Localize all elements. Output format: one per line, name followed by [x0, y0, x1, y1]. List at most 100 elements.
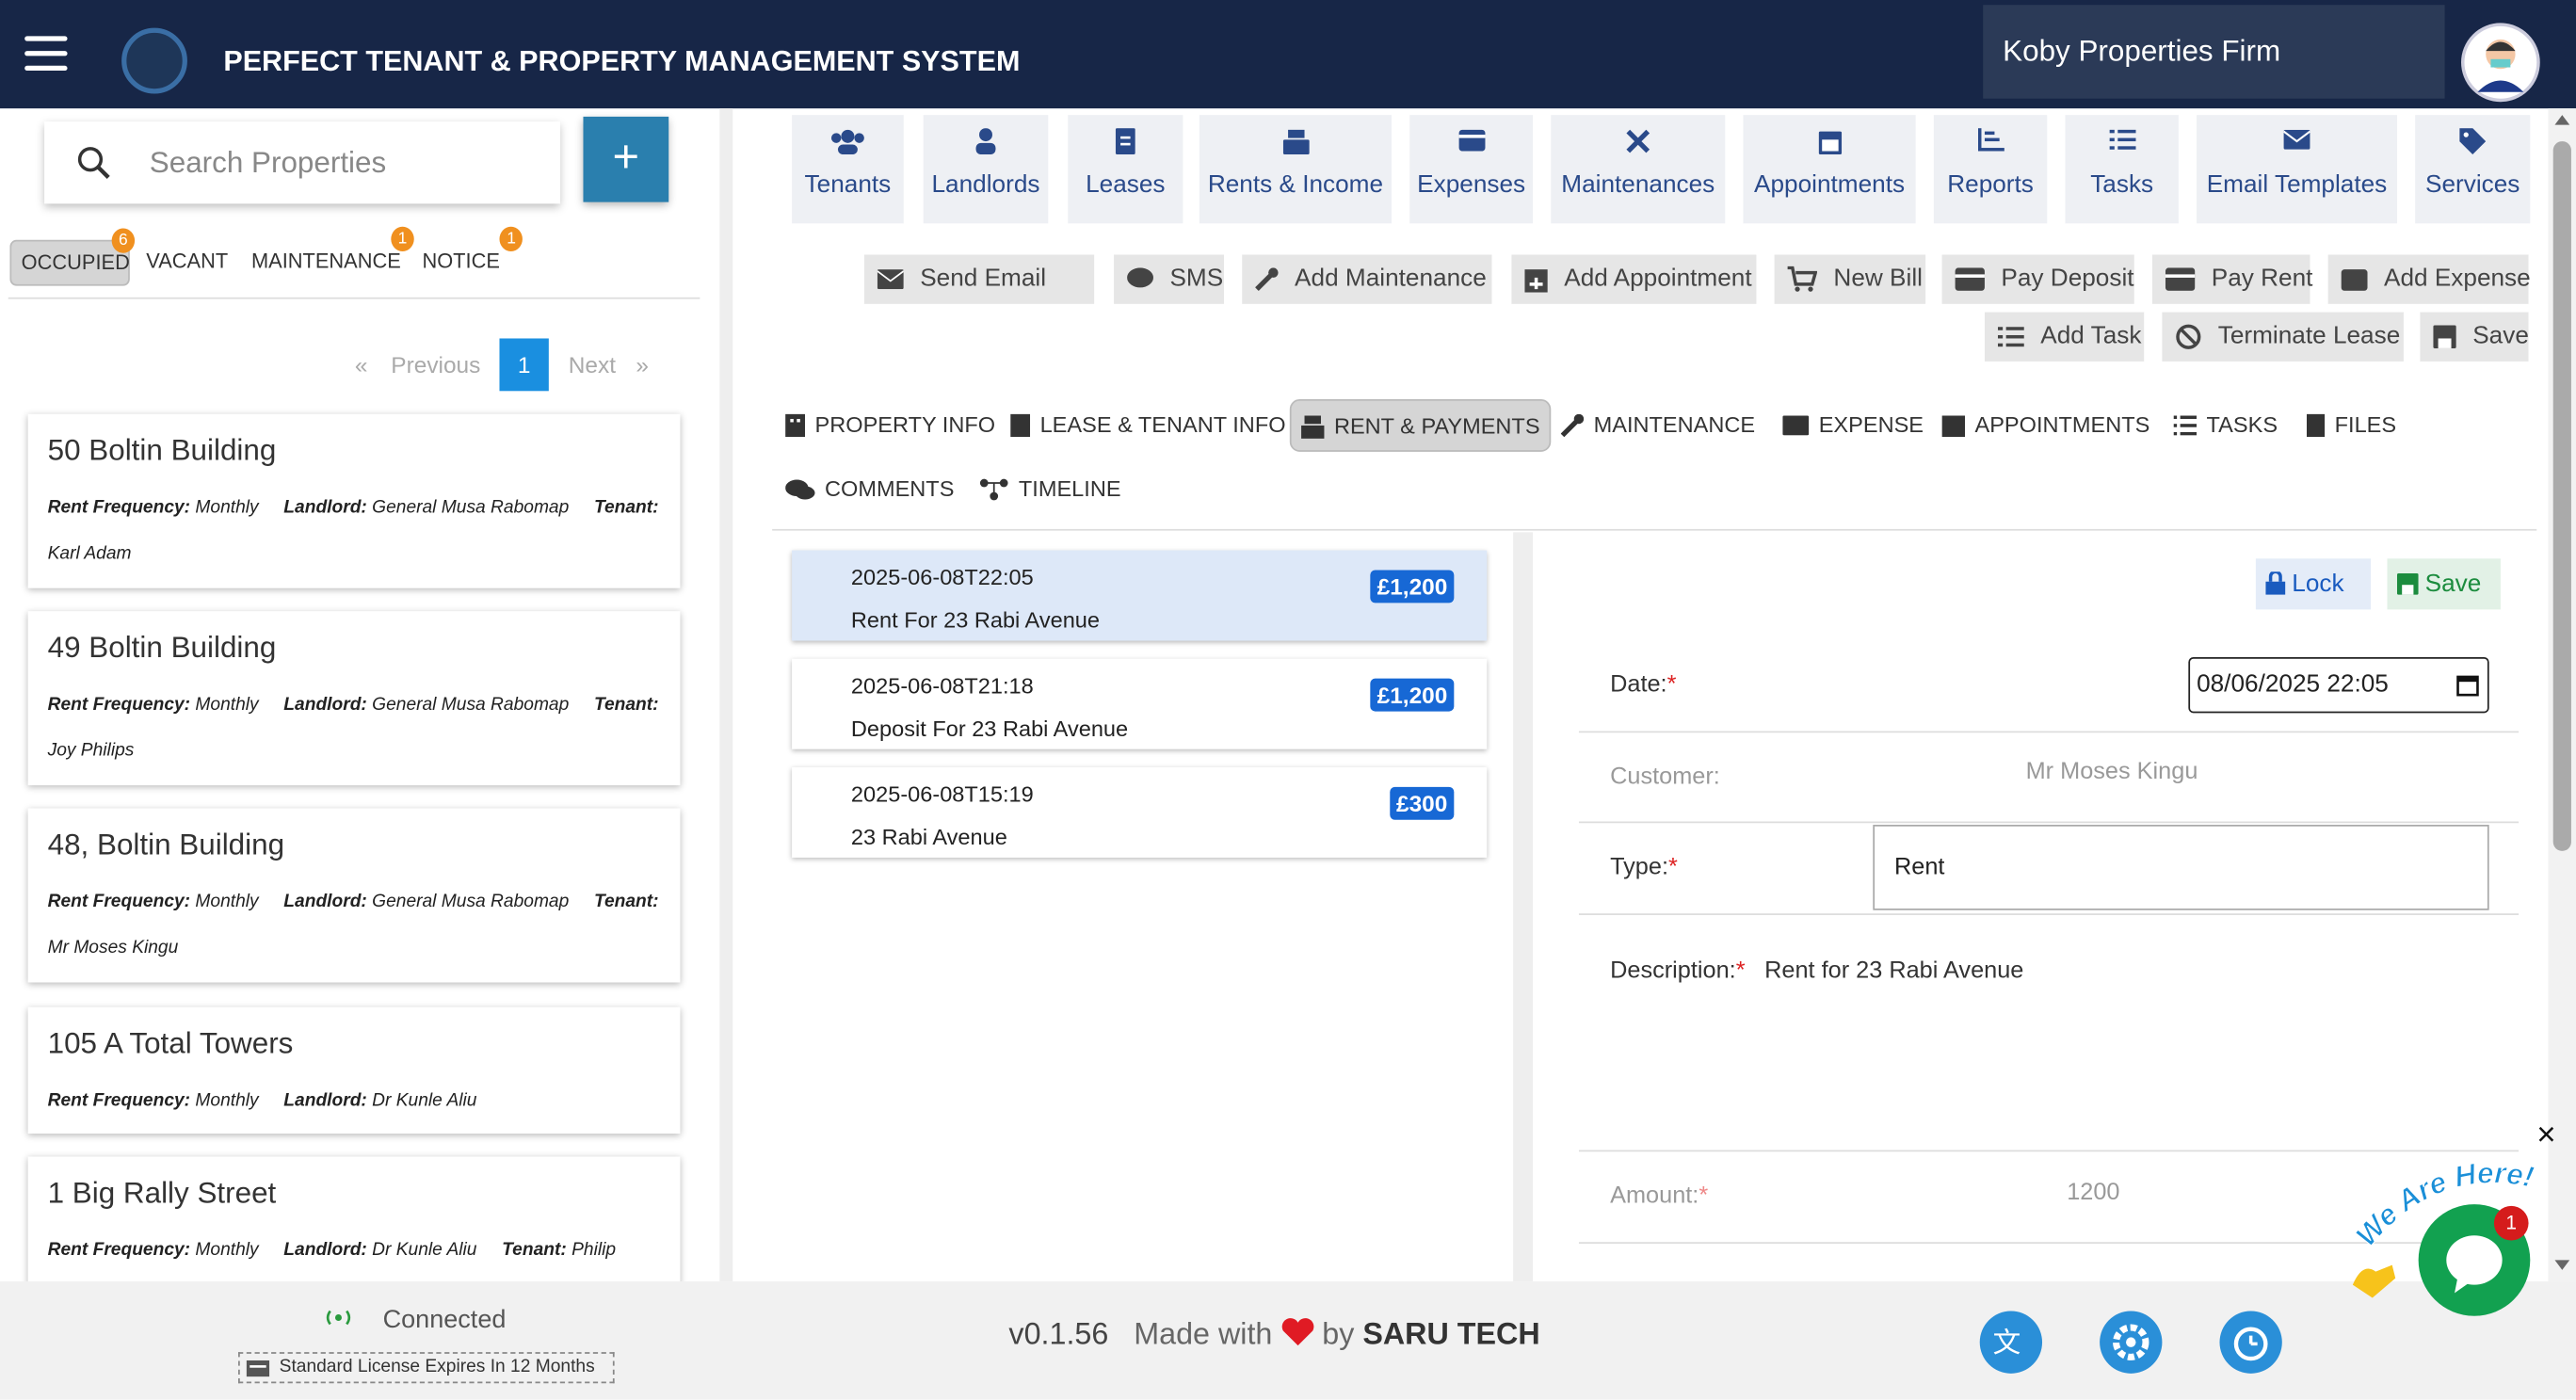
calendar-icon	[1941, 416, 1966, 438]
floppy-icon	[2396, 573, 2419, 595]
chat-badge: 1	[2493, 1205, 2529, 1241]
connection-status: Connected	[382, 1306, 507, 1334]
building-icon	[785, 414, 806, 438]
settings-button[interactable]	[2100, 1311, 2163, 1374]
module-expenses[interactable]: Expenses	[1409, 115, 1534, 224]
translate-button[interactable]: 文	[1979, 1311, 2043, 1374]
description-input[interactable]: Rent for 23 Rabi Avenue	[1764, 957, 2487, 1138]
tab-property-info[interactable]: PROPERTY INFO	[785, 399, 995, 452]
pay-deposit-button[interactable]: Pay Deposit	[1941, 254, 2134, 304]
tools-icon	[1551, 128, 1725, 170]
amount-value: 1200	[2067, 1179, 2120, 1206]
pagination-prev-chevron: «	[354, 351, 368, 378]
list-check-icon	[2065, 128, 2178, 170]
property-card[interactable]: 1 Big Rally Street Rent Frequency: Month…	[27, 1156, 681, 1285]
module-services[interactable]: Services	[2415, 115, 2531, 224]
amount-badge: £300	[1389, 786, 1455, 820]
type-input[interactable]: Rent	[1873, 824, 2489, 910]
terminate-lease-button[interactable]: Terminate Lease	[2162, 312, 2404, 362]
floppy-icon	[2433, 325, 2456, 348]
scroll-down-icon[interactable]	[2553, 1259, 2571, 1272]
menu-icon[interactable]	[24, 36, 68, 72]
pay-rent-button[interactable]: Pay Rent	[2151, 254, 2312, 304]
cash-register-icon	[1199, 128, 1392, 170]
tab-comments[interactable]: COMMENTS	[785, 463, 954, 516]
property-card[interactable]: 49 Boltin Building Rent Frequency: Month…	[27, 611, 681, 786]
svg-text:文: 文	[1993, 1326, 2021, 1359]
save-payment-button[interactable]: Save	[2387, 558, 2501, 610]
amount-badge: £1,200	[1370, 678, 1455, 712]
date-input[interactable]: 08/06/2025 22:05	[2188, 657, 2489, 714]
panel-resize-handle[interactable]	[1513, 532, 1534, 1282]
sms-button[interactable]: SMS	[1114, 254, 1225, 304]
property-name: 48, Boltin Building	[47, 828, 285, 861]
tab-timeline[interactable]: TIMELINE	[979, 463, 1121, 516]
transaction-item[interactable]: 2025-06-08T22:05 Rent For 23 Rabi Avenue £…	[792, 550, 1488, 641]
comments-icon	[785, 480, 815, 501]
user-avatar[interactable]	[2461, 23, 2540, 103]
tab-maintenance[interactable]: MAINTENANCE	[1560, 399, 1755, 452]
module-landlords[interactable]: Landlords	[923, 115, 1049, 224]
gear-icon	[2113, 1324, 2149, 1360]
pagination-next[interactable]: Next	[569, 338, 616, 391]
filter-maintenance[interactable]: MAINTENANCE 1	[242, 226, 414, 286]
transaction-item[interactable]: 2025-06-08T15:19 23 Rabi Avenue £300	[792, 766, 1488, 858]
count-badge: 1	[391, 226, 414, 251]
filter-occupied[interactable]: OCCUPIED 6	[9, 228, 136, 286]
module-tasks[interactable]: Tasks	[2065, 115, 2179, 224]
add-expense-button[interactable]: Add Expense	[2327, 254, 2531, 304]
module-appointments[interactable]: Appointments	[1743, 115, 1916, 224]
module-email-templates[interactable]: Email Templates	[2197, 115, 2397, 224]
count-badge: 1	[499, 226, 523, 251]
tab-appointments[interactable]: APPOINTMENTS	[1941, 399, 2149, 452]
property-card[interactable]: 105 A Total Towers Rent Frequency: Month…	[27, 1006, 681, 1134]
add-task-button[interactable]: Add Task	[1984, 312, 2145, 362]
lock-button[interactable]: Lock	[2255, 558, 2372, 610]
tab-files[interactable]: FILES	[2306, 399, 2396, 452]
chart-icon	[1934, 128, 2047, 170]
save-lease-button[interactable]: Save	[2420, 312, 2529, 362]
transaction-item[interactable]: 2025-06-08T21:18 Deposit For 23 Rabi Aven…	[792, 658, 1488, 749]
module-leases[interactable]: Leases	[1068, 115, 1183, 224]
id-card-icon	[246, 1360, 270, 1377]
amount-badge: £1,200	[1370, 570, 1455, 603]
search-input[interactable]: Search Properties	[150, 146, 386, 181]
filter-notice[interactable]: NOTICE 1	[412, 226, 523, 286]
wallet-icon	[1409, 128, 1533, 170]
scrollbar-thumb[interactable]	[2552, 141, 2571, 851]
property-card[interactable]: 48, Boltin Building Rent Frequency: Mont…	[27, 808, 681, 983]
add-maintenance-button[interactable]: Add Maintenance	[1242, 254, 1492, 304]
property-card[interactable]: 50 Boltin Building Rent Frequency: Month…	[27, 413, 681, 588]
module-tenants[interactable]: Tenants	[792, 115, 904, 224]
tab-lease-tenant-info[interactable]: LEASE & TENANT INFO	[1010, 399, 1286, 452]
filter-vacant[interactable]: VACANT	[137, 240, 238, 286]
divider	[1578, 913, 2520, 915]
calendar-icon	[2456, 675, 2479, 697]
module-maintenances[interactable]: Maintenances	[1551, 115, 1726, 224]
alarm-button[interactable]	[2219, 1311, 2282, 1374]
pagination-page[interactable]: 1	[499, 338, 549, 392]
firm-name[interactable]: Koby Properties Firm	[1983, 5, 2445, 99]
tab-expense[interactable]: EXPENSE	[1782, 399, 1924, 452]
tab-rent-payments[interactable]: RENT & PAYMENTS	[1289, 399, 1552, 452]
search-box[interactable]: Search Properties	[44, 121, 561, 204]
file-icon	[2306, 414, 2326, 438]
module-reports[interactable]: Reports	[1933, 115, 2048, 224]
module-rents-income[interactable]: Rents & Income	[1199, 115, 1393, 224]
license-notice: Standard License Expires In 12 Months	[238, 1352, 615, 1384]
send-email-button[interactable]: Send Email	[863, 254, 1095, 304]
tag-icon	[2415, 128, 2530, 170]
envelope-icon	[2197, 128, 2397, 170]
tab-tasks[interactable]: TASKS	[2173, 399, 2278, 452]
date-label: Date:*	[1610, 671, 1677, 699]
wallet-icon	[2341, 269, 2368, 291]
customer-value: Mr Moses Kingu	[2025, 759, 2198, 786]
add-appointment-button[interactable]: Add Appointment	[1511, 254, 1757, 304]
new-bill-button[interactable]: New Bill	[1774, 254, 1926, 304]
pagination-prev[interactable]: Previous	[391, 338, 480, 391]
signal-icon	[326, 1310, 351, 1326]
scroll-up-icon[interactable]	[2553, 113, 2571, 126]
add-property-button[interactable]: +	[583, 116, 669, 202]
app-logo	[121, 27, 187, 94]
panel-resize-handle[interactable]	[719, 108, 733, 1282]
